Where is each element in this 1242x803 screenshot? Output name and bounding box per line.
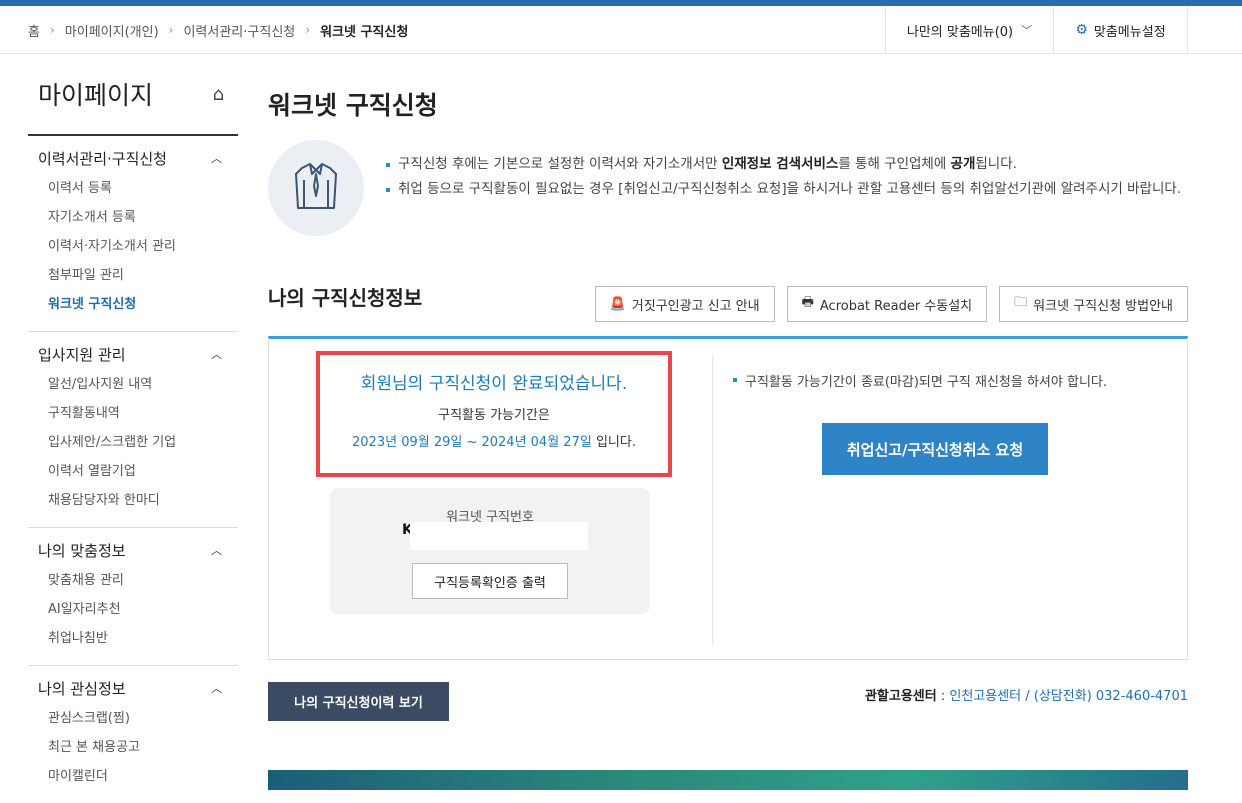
divider [712,355,713,645]
sidebar-group-resume: 이력서관리·구직신청 ︿ 이력서 등록 자기소개서 등록 이력서·자기소개서 관… [28,136,238,332]
home-icon[interactable]: ⌂ [213,84,224,105]
section-buttons: 🚨 거짓구인광고 신고 안내 🖶 Acrobat Reader 수동설치 🗀 워… [594,286,1188,322]
sidebar-group-header[interactable]: 이력서관리·구직신청 ︿ [28,146,238,170]
sidebar-group-title: 이력서관리·구직신청 [38,149,167,168]
sidebar-group-title: 나의 관심정보 [38,679,126,698]
sidebar-group-interest: 나의 관심정보 ︿ 관심스크랩(찜) 최근 본 채용공고 마이캘린더 [28,666,238,803]
folder-icon: 🗀 [1014,295,1028,310]
sidebar-item[interactable]: 맞춤채용 관리 [28,566,238,595]
breadcrumb-bar: 홈 › 마이페이지(개인) › 이력서관리·구직신청 › 워크넷 구직신청 나만… [0,6,1242,54]
fake-ad-label: 거짓구인광고 신고 안내 [631,298,760,314]
reapply-note: 구직활동 가능기간이 종료(마감)되면 구직 재신청을 하셔야 합니다. [733,371,1107,390]
redaction-mask [410,522,588,550]
shirt-icon [268,140,364,236]
period-label: 구직활동 가능기간은 [438,408,550,423]
sidebar-item[interactable]: AI일자리추천 [28,595,238,624]
breadcrumb-current: 워크넷 구직신청 [320,24,409,40]
completion-box: 회원님의 구직신청이 완료되었습니다. 구직활동 가능기간은 2023년 09월… [316,351,672,477]
chevron-up-icon: ︿ [211,348,222,361]
acrobat-install-button[interactable]: 🖶 Acrobat Reader 수동설치 [786,286,988,322]
menu-settings-button[interactable]: ⚙ 맞춤메뉴설정 [1053,6,1188,54]
info-item: 구직신청 후에는 기본으로 설정한 이력서와 자기소개서만 인재정보 검색서비스… [386,152,1186,177]
sidebar-item[interactable]: 채용담당자와 한마디 [28,486,238,515]
sidebar-group-header[interactable]: 나의 맞춤정보 ︿ [28,538,238,562]
application-guide-button[interactable]: 🗀 워크넷 구직신청 방법안내 [999,286,1188,322]
sidebar-group-title: 나의 맞춤정보 [38,541,126,560]
center-value[interactable]: 인천고용센터 / (상담전화) 032-460-4701 [949,689,1188,704]
breadcrumb-home[interactable]: 홈 [28,21,40,40]
sidebar-item[interactable]: 알선/입사지원 내역 [28,370,238,399]
gear-icon: ⚙ [1075,22,1088,38]
chevron-up-icon: ︿ [211,152,222,165]
sidebar-item[interactable]: 이력서 열람기업 [28,457,238,486]
sidebar-item[interactable]: 첨부파일 관리 [28,261,238,290]
sidebar-item[interactable]: 관심스크랩(찜) [28,704,238,733]
center-label: 관할고용센터 [864,689,937,704]
sidebar: 마이페이지 ⌂ 이력서관리·구직신청 ︿ 이력서 등록 자기소개서 등록 이력서… [28,54,238,803]
info-item: 취업 등으로 구직활동이 필요없는 경우 [취업신고/구직신청취소 요청]을 하… [386,177,1186,202]
acrobat-label: Acrobat Reader 수동설치 [819,298,973,314]
chevron-up-icon: ︿ [211,544,222,557]
chevron-right-icon: › [168,23,174,37]
print-certificate-button[interactable]: 구직등록확인증 출력 [412,563,568,599]
history-button[interactable]: 나의 구직신청이력 보기 [268,682,449,721]
menu-settings-label: 맞춤메뉴설정 [1093,24,1166,40]
sidebar-group-header[interactable]: 입사지원 관리 ︿ [28,342,238,366]
info-list: 구직신청 후에는 기본으로 설정한 이력서와 자기소개서만 인재정보 검색서비스… [386,152,1186,202]
sidebar-item[interactable]: 취업나침반 [28,624,238,653]
sidebar-heading: 마이페이지 [38,81,154,110]
period-dates: 2023년 09월 29일 ~ 2024년 04월 27일 [352,435,592,450]
employment-center-info: 관할고용센터 : 인천고용센터 / (상담전화) 032-460-4701 [864,689,1188,704]
sidebar-group-custom: 나의 맞춤정보 ︿ 맞춤채용 관리 AI일자리추천 취업나침반 [28,528,238,666]
sidebar-item[interactable]: 이력서 등록 [28,174,238,203]
cancel-application-button[interactable]: 취업신고/구직신청취소 요청 [822,423,1048,475]
printer-icon: 🖶 [801,295,814,310]
siren-icon: 🚨 [609,296,626,312]
application-status-panel: 회원님의 구직신청이 완료되었습니다. 구직활동 가능기간은 2023년 09월… [268,336,1188,660]
breadcrumb-resume[interactable]: 이력서관리·구직신청 [183,21,295,40]
sidebar-title: 마이페이지 ⌂ [28,54,238,136]
sidebar-group-applications: 입사지원 관리 ︿ 알선/입사지원 내역 구직활동내역 입사제안/스크랩한 기업… [28,332,238,528]
sidebar-item[interactable]: 마이캘린더 [28,762,238,791]
sidebar-item-active[interactable]: 워크넷 구직신청 [28,290,238,319]
breadcrumb: 홈 › 마이페이지(개인) › 이력서관리·구직신청 › 워크넷 구직신청 [28,6,408,54]
page-title: 워크넷 구직신청 [268,91,438,120]
completion-message: 회원님의 구직신청이 완료되었습니다. [360,374,628,394]
chevron-down-icon: ﹀ [1021,24,1033,37]
sidebar-item[interactable]: 최근 본 채용공고 [28,733,238,762]
sidebar-item[interactable]: 입사제안/스크랩한 기업 [28,428,238,457]
fake-ad-report-button[interactable]: 🚨 거짓구인광고 신고 안내 [594,286,775,322]
sidebar-group-title: 입사지원 관리 [38,345,126,364]
sidebar-item[interactable]: 이력서·자기소개서 관리 [28,232,238,261]
breadcrumb-mypage[interactable]: 마이페이지(개인) [65,21,159,40]
period-text: 2023년 09월 29일 ~ 2024년 04월 27일 입니다. [352,435,636,450]
sidebar-item[interactable]: 자기소개서 등록 [28,203,238,232]
application-number-box: 워크넷 구직번호 K 구직등록확인증 출력 [330,488,650,614]
my-menu-dropdown[interactable]: 나만의 맞춤메뉴(0) ﹀ [885,6,1053,54]
sidebar-item[interactable]: 구직활동내역 [28,399,238,428]
section-title: 나의 구직신청정보 [268,286,423,310]
bottom-banner [268,770,1188,790]
chevron-right-icon: › [49,23,55,37]
chevron-up-icon: ︿ [211,682,222,695]
chevron-right-icon: › [305,23,311,37]
my-menu-label: 나만의 맞춤메뉴(0) [906,24,1014,40]
guide-label: 워크넷 구직신청 방법안내 [1033,298,1173,314]
sidebar-group-header[interactable]: 나의 관심정보 ︿ [28,676,238,700]
